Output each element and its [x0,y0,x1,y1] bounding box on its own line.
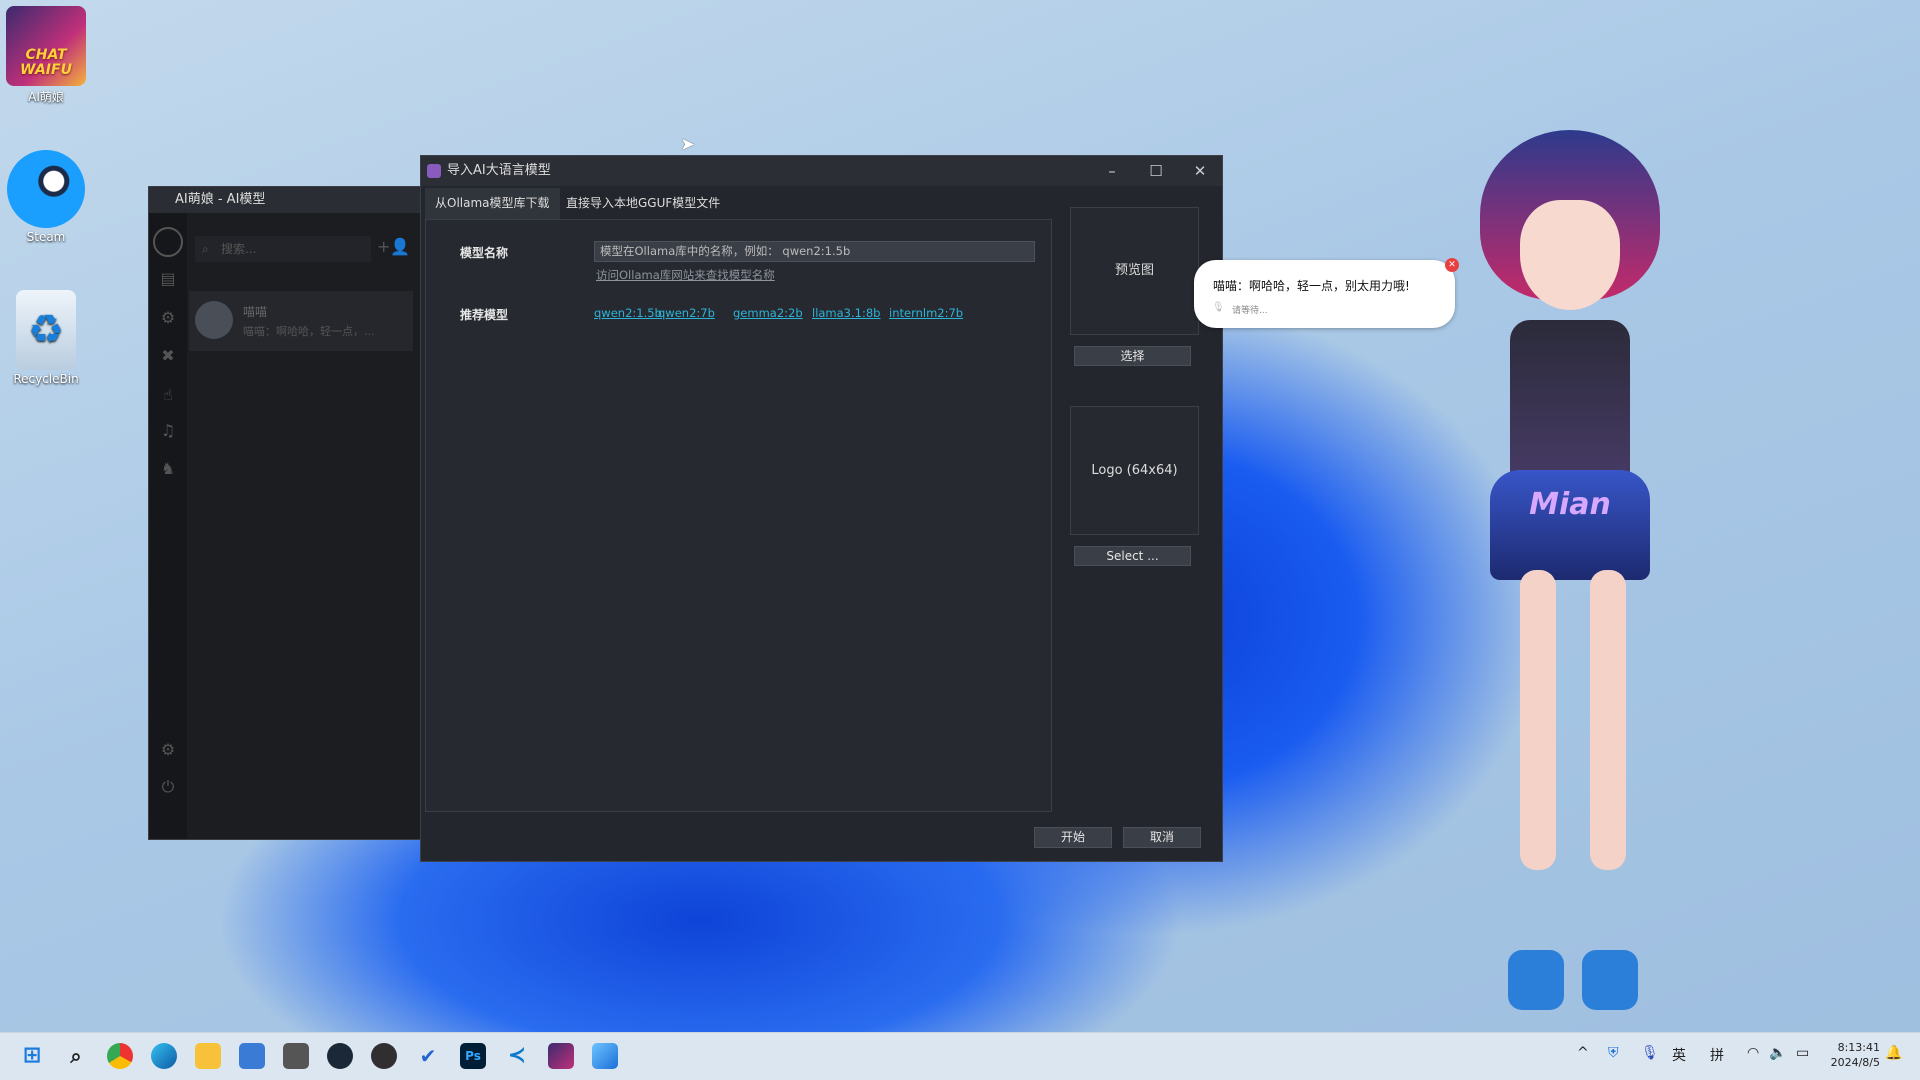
start-icon[interactable]: ⊞ [19,1043,45,1069]
ai-waifu-logo-text: CHAT WAIFU [20,47,72,78]
app-icon [427,164,441,178]
show-hidden-icons[interactable]: ^ [1577,1045,1589,1061]
speech-bubble: 喵喵：啊哈哈，轻一点，别太用力哦! 🎙 请等待... ✕ [1194,258,1459,328]
character-skirt-text: Mian [1490,470,1650,580]
select-preview-button[interactable]: 选择 [1074,346,1191,366]
power-icon[interactable]: ⏻ [158,777,178,797]
calculator-icon[interactable] [283,1043,309,1069]
clock-date: 2024/8/5 [1830,1056,1880,1069]
taskbar: ⊞ ⌕ ✔ Ps ≺ ^ ⛨ 🎙 英 拼 ◠ 🔈 ▭ 8:13:41 2024/8… [0,1032,1920,1080]
volume-icon[interactable]: 🔈 [1769,1045,1786,1061]
recommended-label: 推荐模型 [460,308,509,322]
tab-ollama-download[interactable]: 从Ollama模型库下载 [425,188,560,219]
window-title: AI萌娘 - AI模型 [175,192,266,207]
bubble-status: 请等待... [1232,306,1268,316]
mouse-cursor-icon: ➤ [680,134,696,155]
ai-brain-icon[interactable]: ⚙ [158,308,178,328]
tab-local-gguf[interactable]: 直接导入本地GGUF模型文件 [556,188,730,219]
bubble-message: 喵喵：啊哈哈，轻一点，别太用力哦! [1213,279,1410,293]
contact-name: 喵喵 [243,305,268,319]
contact-preview: 喵喵：啊哈哈，轻一点，... [243,325,375,338]
wifi-icon[interactable]: ◠ [1747,1045,1759,1061]
obs-icon[interactable] [371,1043,397,1069]
recommended-model-link[interactable]: llama3.1:8b [812,306,880,320]
alarm-icon[interactable]: ♫ [158,421,178,441]
todo-icon[interactable]: ✔ [415,1043,441,1069]
visit-ollama-link[interactable]: 访问Ollama库网站来查找模型名称 [596,267,775,283]
chrome-icon[interactable] [107,1043,133,1069]
motion-icon[interactable]: ♞ [158,459,178,479]
import-model-dialog: 导入AI大语言模型 – ☐ ✕ 从Ollama模型库下载 直接导入本地GGUF模… [420,155,1223,862]
ollama-panel: 模型名称 模型在Ollama库中的名称，例如： qwen2:1.5b 访问Oll… [425,219,1052,812]
contacts-icon[interactable]: ▤ [158,269,178,289]
recommended-model-link[interactable]: qwen2:1.5b [594,306,662,320]
notification-bell-icon[interactable]: 🔔 [1885,1045,1902,1061]
maximize-button[interactable]: ☐ [1134,156,1178,186]
desktop-icon-recyclebin[interactable]: ♻ RecycleBin [4,290,88,386]
recommended-model-link[interactable]: gemma2:2b [733,306,803,320]
tools-icon[interactable]: ✖ [158,346,178,366]
ai-model-window: AI萌娘 - AI模型 ▤ ⚙ ✖ ☝ ♫ ♞ ⚙ ⏻ ⌕ 搜索... +👤 喵喵… [148,186,422,840]
security-icon[interactable]: ⛨ [1608,1045,1619,1061]
ai-waifu-icon: CHAT WAIFU [6,6,86,86]
touch-icon[interactable]: ☝ [158,385,178,405]
steam-icon[interactable] [327,1043,353,1069]
model-name-placeholder: 模型在Ollama库中的名称，例如： qwen2:1.5b [600,244,851,258]
desktop-icon-ai-waifu[interactable]: CHAT WAIFU AI萌娘 [4,6,88,105]
microphone-icon[interactable]: 🎙 [1641,1045,1659,1061]
recommended-model-link[interactable]: internlm2:7b [889,306,963,320]
search-input[interactable]: ⌕ 搜索... [195,236,371,262]
dialog-titlebar[interactable]: 导入AI大语言模型 – ☐ ✕ [421,156,1222,186]
cancel-button[interactable]: 取消 [1123,827,1201,848]
desktop-icon-label: AI萌娘 [28,90,64,104]
recycle-bin-icon: ♻ [16,290,76,370]
preview-image-box: 预览图 [1070,207,1199,335]
model-name-input[interactable]: 模型在Ollama库中的名称，例如： qwen2:1.5b [594,241,1035,262]
desktop-icon-label: RecycleBin [13,372,79,386]
select-logo-button[interactable]: Select ... [1074,546,1191,566]
start-button[interactable]: 开始 [1034,827,1112,848]
user-avatar-icon[interactable] [153,227,183,257]
edge-icon[interactable] [151,1043,177,1069]
logo-label: Logo (64x64) [1091,463,1178,478]
contact-avatar [195,301,233,339]
desktop-icon-steam[interactable]: Steam [4,150,88,244]
search-placeholder: 搜索... [221,242,257,256]
microphone-icon: 🎙 [1212,302,1225,313]
clock[interactable]: 8:13:41 2024/8/5 [1830,1040,1880,1070]
search-icon[interactable]: ⌕ [63,1043,89,1069]
ai-waifu-icon[interactable] [548,1043,574,1069]
file-explorer-icon[interactable] [195,1043,221,1069]
search-icon: ⌕ [202,242,209,256]
ime-language[interactable]: 英 [1672,1045,1686,1065]
clock-time: 8:13:41 [1837,1041,1880,1054]
add-contact-icon[interactable]: +👤 [377,237,410,256]
settings-icon[interactable]: ⚙ [158,740,178,760]
recommended-model-link[interactable]: qwen2:7b [658,306,715,320]
vscode-icon[interactable]: ≺ [504,1043,530,1069]
model-name-label: 模型名称 [460,246,509,260]
minimize-button[interactable]: – [1090,156,1134,186]
photoshop-icon[interactable]: Ps [460,1043,486,1069]
bubble-close-icon[interactable]: ✕ [1445,258,1459,272]
dialog-title: 导入AI大语言模型 [447,163,551,178]
photos-icon[interactable] [592,1043,618,1069]
preview-label: 预览图 [1114,263,1154,278]
contact-list-item[interactable]: 喵喵 喵喵：啊哈哈，轻一点，... [189,291,413,351]
ime-mode[interactable]: 拼 [1710,1045,1724,1065]
steam-icon [7,150,85,228]
sidebar: ▤ ⚙ ✖ ☝ ♫ ♞ ⚙ ⏻ [149,213,187,839]
logo-image-box: Logo (64x64) [1070,406,1199,535]
back-window-titlebar[interactable]: AI萌娘 - AI模型 [149,187,421,213]
notepad-icon[interactable] [239,1043,265,1069]
battery-icon[interactable]: ▭ [1796,1045,1809,1061]
close-button[interactable]: ✕ [1178,156,1222,186]
desktop-icon-label: Steam [26,230,66,244]
virtual-character[interactable]: Mian [1440,90,1700,1030]
